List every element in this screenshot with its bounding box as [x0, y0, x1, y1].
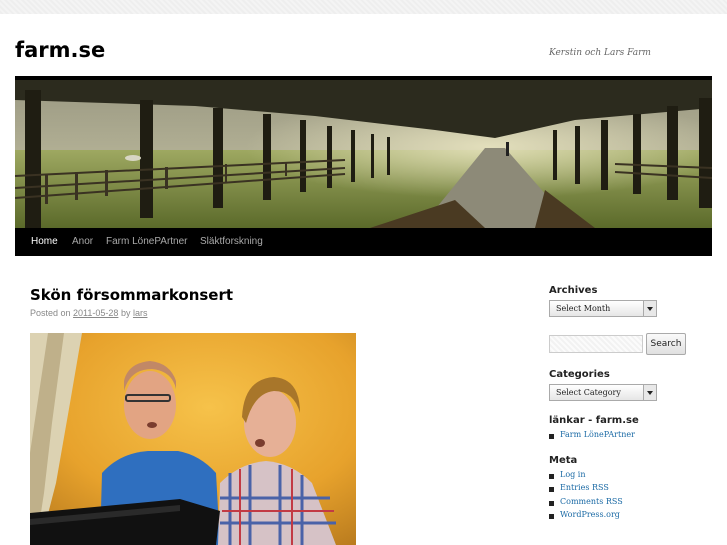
archives-select-value: Select Month	[556, 304, 611, 313]
meta-login-link[interactable]: Log in	[549, 470, 623, 483]
meta-entries-rss-link[interactable]: Entries RSS	[549, 483, 623, 496]
post-date-link[interactable]: 2011-05-28	[73, 308, 118, 318]
link-farm-lonepartner[interactable]: Farm LönePArtner	[549, 430, 635, 443]
posted-on-label: Posted on	[30, 308, 71, 318]
by-label: by	[120, 308, 131, 318]
entry-meta: Posted on 2011-05-28 by lars	[30, 308, 147, 318]
categories-select[interactable]: Select Category	[549, 384, 657, 401]
archives-select[interactable]: Select Month	[549, 300, 657, 317]
meta-widget-title: Meta	[549, 455, 578, 466]
links-widget-title: länkar - farm.se	[549, 415, 639, 426]
main-navigation: Home Anor Farm LönePArtner Släktforsknin…	[15, 228, 712, 256]
menu-item-anor[interactable]: Anor	[72, 236, 93, 247]
site-description: Kerstin och Lars Farm	[549, 48, 651, 58]
meta-wordpress-org-link[interactable]: WordPress.org	[549, 510, 623, 523]
search-input[interactable]	[549, 335, 643, 353]
menu-item-farm-lonepartner[interactable]: Farm LönePArtner	[106, 236, 188, 247]
meta-comments-rss-link[interactable]: Comments RSS	[549, 497, 623, 510]
page-wrapper: farm.se Kerstin och Lars Farm Home Anor …	[0, 14, 727, 545]
links-list: Farm LönePArtner	[549, 430, 635, 443]
post-photo	[30, 333, 356, 545]
chevron-down-icon	[643, 385, 656, 400]
menu-item-slaktforskning[interactable]: Släktforskning	[200, 236, 263, 247]
chevron-down-icon	[643, 301, 656, 316]
categories-widget-title: Categories	[549, 369, 610, 380]
header-banner-image	[15, 80, 712, 228]
site-title[interactable]: farm.se	[15, 38, 105, 62]
post-author-link[interactable]: lars	[133, 308, 148, 318]
menu-item-home[interactable]: Home	[31, 236, 58, 247]
post-title[interactable]: Skön försommarkonsert	[30, 286, 233, 304]
meta-list: Log in Entries RSS Comments RSS WordPres…	[549, 470, 623, 523]
categories-select-value: Select Category	[556, 388, 621, 397]
archives-widget-title: Archives	[549, 285, 598, 296]
search-button[interactable]: Search	[646, 333, 686, 355]
